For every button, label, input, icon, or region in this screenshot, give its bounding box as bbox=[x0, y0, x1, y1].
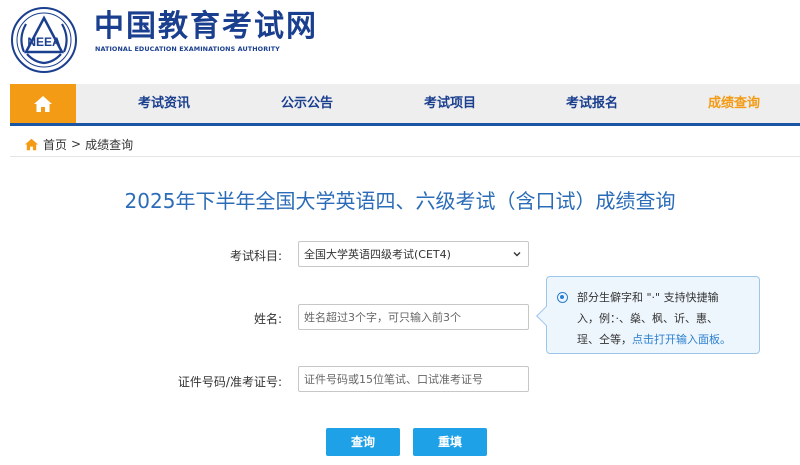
page-title: 2025年下半年全国大学英语四、六级考试（含口试）成绩查询 bbox=[124, 189, 676, 213]
nav-home-button[interactable] bbox=[10, 84, 76, 123]
nav-item-registration[interactable]: 考试报名 bbox=[532, 84, 652, 123]
brand-name-en: NATIONAL EDUCATION EXAMINATIONS AUTHORIT… bbox=[95, 45, 280, 53]
query-button[interactable]: 查询 bbox=[326, 428, 400, 456]
reset-button[interactable]: 重填 bbox=[413, 428, 487, 456]
subject-select[interactable]: 全国大学英语四级考试(CET4) bbox=[298, 241, 529, 267]
tip-line-3-text: 珵、仝等， bbox=[577, 333, 632, 346]
breadcrumb: 首页 > 成绩查询 bbox=[24, 134, 133, 154]
house-icon bbox=[25, 138, 38, 150]
breadcrumb-separator: > bbox=[71, 137, 82, 151]
tip-line-1: 部分生僻字和 "·" 支持快捷输 bbox=[577, 291, 719, 304]
tip-line-2: 入，例：·、燊、枫、䜣、惠、 bbox=[577, 312, 718, 325]
breadcrumb-home[interactable]: 首页 bbox=[43, 136, 67, 153]
divider bbox=[10, 156, 800, 157]
house-icon bbox=[34, 95, 52, 112]
id-label: 证件号码/准考证号: bbox=[177, 375, 282, 389]
nav-item-score-query[interactable]: 成绩查询 bbox=[674, 84, 794, 123]
nav-item-news[interactable]: 考试资讯 bbox=[104, 84, 224, 123]
logo-text: NEEA bbox=[27, 35, 61, 49]
input-tip-box: 部分生僻字和 "·" 支持快捷输 入，例：·、燊、枫、䜣、惠、 珵、仝等，点击打… bbox=[536, 276, 760, 354]
brand-name: 中国教育考试网 bbox=[94, 9, 318, 44]
tip-arrow bbox=[536, 306, 556, 326]
info-bullet-icon bbox=[557, 292, 568, 303]
tip-line-3: 珵、仝等，点击打开输入面板。 bbox=[577, 329, 749, 350]
id-number-input[interactable] bbox=[298, 366, 529, 392]
main-nav: 考试资讯 公示公告 考试项目 考试报名 成绩查询 bbox=[10, 84, 800, 126]
name-label: 姓名: bbox=[253, 312, 282, 326]
subject-label: 考试科目: bbox=[229, 249, 282, 263]
site-header: NEEA 中国教育考试网 NATIONAL EDUCATION EXAMINAT… bbox=[0, 0, 800, 84]
nav-item-notices[interactable]: 公示公告 bbox=[247, 84, 367, 123]
subject-select-wrapper: 全国大学英语四级考试(CET4) bbox=[298, 241, 529, 267]
nav-item-exams[interactable]: 考试项目 bbox=[390, 84, 510, 123]
name-input[interactable] bbox=[298, 304, 529, 330]
open-input-panel-link[interactable]: 点击打开输入面板。 bbox=[632, 333, 731, 346]
neea-logo[interactable]: NEEA bbox=[10, 6, 78, 74]
breadcrumb-current: 成绩查询 bbox=[85, 137, 134, 152]
